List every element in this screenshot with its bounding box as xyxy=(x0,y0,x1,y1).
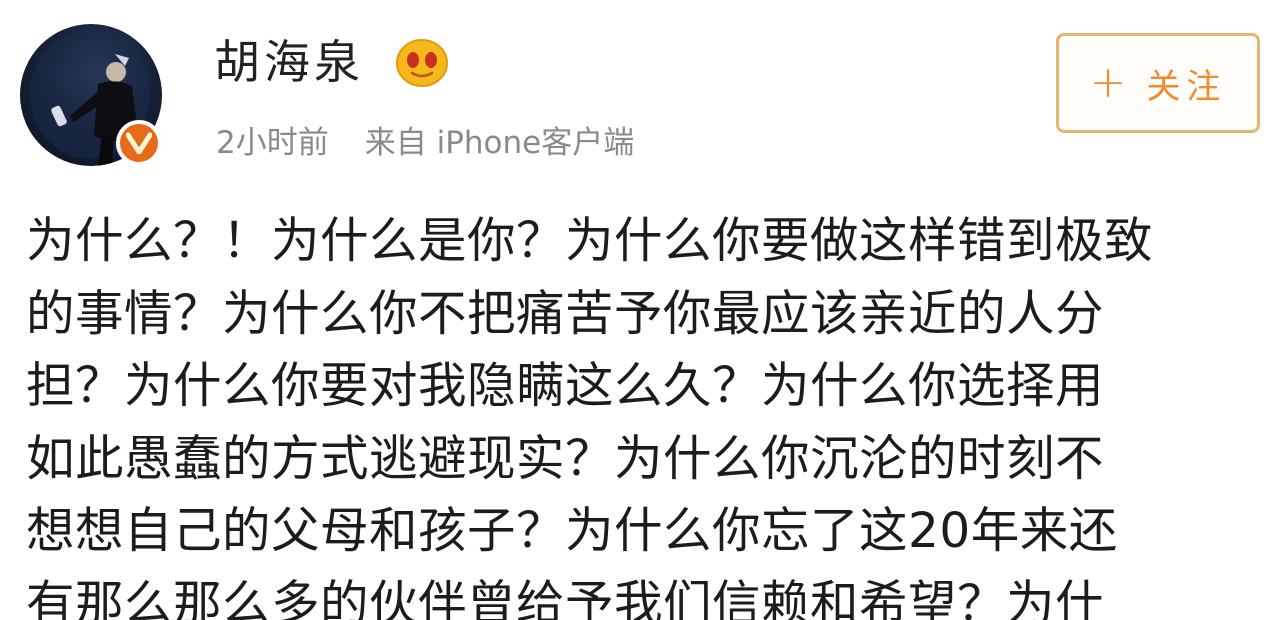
post-text-line: 担？为什么你要对我隐瞒这么久？为什么你选择用 xyxy=(26,358,1105,414)
weibo-post: 胡海泉 2小时前 来自 iPhone客户端 + 关注 为什么？！为什么是你？为什么… xyxy=(0,0,1280,620)
post-content: 为什么？！为什么是你？为什么你要做这样错到极致 的事情？为什么你不把痛苦予你最应… xyxy=(26,205,1266,620)
plus-icon: + xyxy=(1089,57,1133,108)
avatar-container[interactable] xyxy=(20,24,162,166)
follow-button[interactable]: + 关注 xyxy=(1056,33,1260,133)
post-meta: 2小时前 来自 iPhone客户端 xyxy=(216,118,634,168)
post-text-line: 有那么那么多的伙伴曾给予我们信赖和希望？为什 xyxy=(26,575,1105,620)
post-text-line: 为什么？！为什么是你？为什么你要做这样错到极致 xyxy=(26,213,1154,269)
post-time: 2小时前 xyxy=(216,125,329,161)
vip-member-icon[interactable] xyxy=(395,36,449,88)
user-name[interactable]: 胡海泉 xyxy=(214,32,364,92)
verified-badge-icon xyxy=(116,120,162,166)
post-text-line: 的事情？为什么你不把痛苦予你最应该亲近的人分 xyxy=(26,285,1105,342)
follow-label: 关注 xyxy=(1146,66,1227,107)
post-source[interactable]: 来自 iPhone客户端 xyxy=(365,125,635,161)
post-text-line: 如此愚蠢的方式逃避现实？为什么你沉沦的时刻不 xyxy=(26,430,1105,487)
post-text-line: 想想自己的父母和孩子？为什么你忘了这20年来还 xyxy=(26,503,1118,559)
